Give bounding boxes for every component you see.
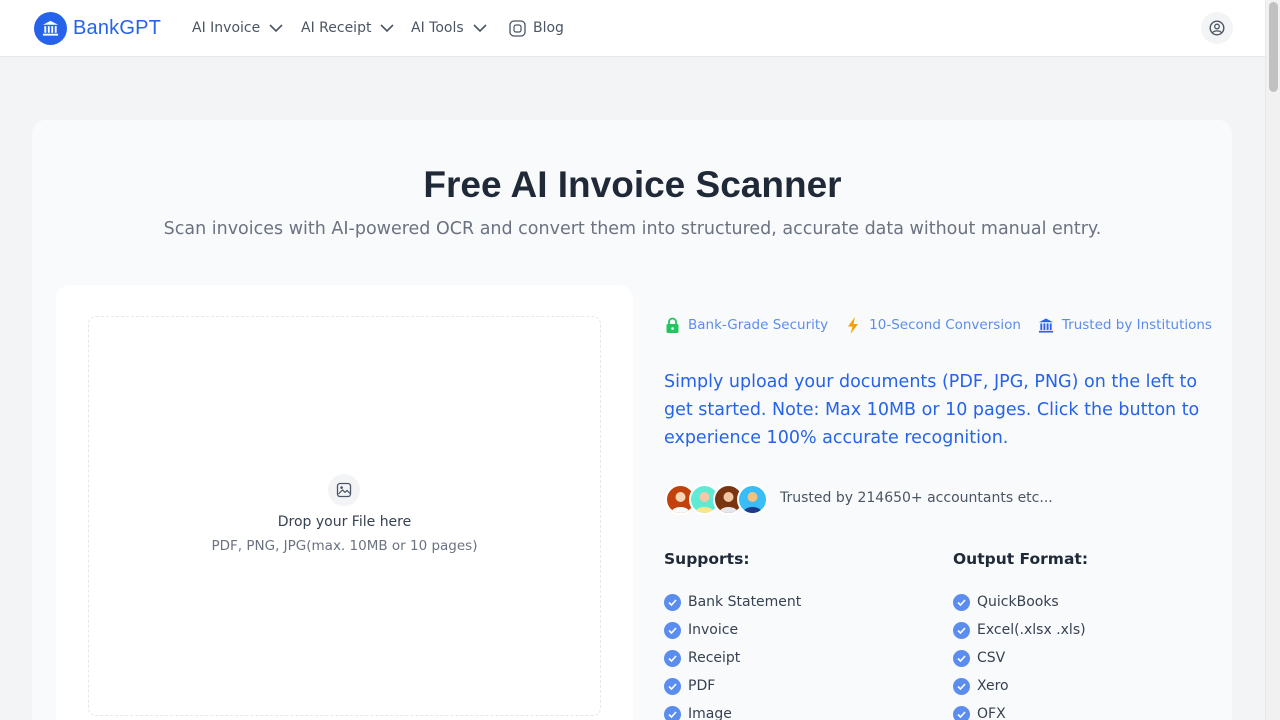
badge-label: Bank-Grade Security (688, 317, 829, 333)
check-circle-icon (664, 593, 681, 611)
list-item: Image (664, 700, 801, 720)
badge-label: Trusted by Institutions (1061, 317, 1212, 333)
check-circle-icon (953, 621, 970, 639)
image-icon (328, 474, 360, 506)
list-item-label: PDF (688, 678, 716, 694)
list-item: Bank Statement (664, 588, 801, 616)
nav-label: AI Tools (411, 20, 464, 36)
chevron-down-icon (380, 23, 395, 33)
brand-name: BankGPT (73, 17, 162, 39)
badge-label: 10-Second Conversion (869, 317, 1021, 333)
list-item-label: Receipt (688, 650, 741, 666)
scrollbar-thumb[interactable] (1269, 2, 1278, 92)
list-item: CSV (953, 644, 1086, 672)
badge-security: Bank-Grade Security (664, 316, 828, 334)
check-circle-icon (953, 705, 970, 720)
nav-blog[interactable]: Blog (509, 0, 564, 56)
upload-instructions: Simply upload your documents (PDF, JPG, … (664, 372, 1200, 448)
list-item-label: QuickBooks (977, 594, 1059, 610)
bank-icon (34, 12, 67, 45)
nav-label: Blog (533, 20, 564, 36)
nav-ai-invoice[interactable]: AI Invoice (192, 0, 283, 56)
check-circle-icon (664, 621, 681, 639)
list-item: Invoice (664, 616, 801, 644)
list-item: QuickBooks (953, 588, 1086, 616)
output-format-heading: Output Format: (953, 550, 1089, 568)
user-account-button[interactable] (1201, 12, 1233, 44)
output-format-list: QuickBooks Excel(.xlsx .xls) CSV Xero OF… (953, 588, 1086, 720)
blog-icon (509, 19, 526, 37)
page-scrollbar[interactable] (1265, 0, 1280, 720)
list-item: PDF (664, 672, 801, 700)
list-item-label: Xero (977, 678, 1009, 694)
check-circle-icon (953, 593, 970, 611)
list-item: Receipt (664, 644, 801, 672)
nav-label: AI Receipt (301, 20, 372, 36)
list-item-label: Excel(.xlsx .xls) (977, 622, 1086, 638)
list-item: OFX (953, 700, 1086, 720)
check-circle-icon (953, 649, 970, 667)
list-item-label: Bank Statement (688, 594, 802, 610)
chevron-down-icon (473, 23, 487, 33)
page-title: Free AI Invoice Scanner (423, 164, 842, 205)
nav-ai-tools[interactable]: AI Tools (411, 0, 487, 56)
check-circle-icon (664, 705, 681, 720)
badge-speed: 10-Second Conversion (845, 316, 1021, 334)
user-circle-icon (1209, 20, 1225, 36)
lightning-icon (845, 316, 861, 334)
list-item: Xero (953, 672, 1086, 700)
list-item: Excel(.xlsx .xls) (953, 616, 1086, 644)
nav-ai-receipt[interactable]: AI Receipt (301, 0, 395, 56)
list-item-label: CSV (977, 650, 1006, 666)
list-item-label: OFX (977, 706, 1006, 720)
supports-heading: Supports: (664, 550, 750, 568)
dropzone-hint: PDF, PNG, JPG(max. 10MB or 10 pages) (211, 538, 478, 554)
chevron-down-icon (269, 23, 283, 33)
supports-list: Bank Statement Invoice Receipt PDF Image (664, 588, 801, 720)
badge-institutions: Trusted by Institutions (1038, 316, 1212, 334)
check-circle-icon (664, 677, 681, 695)
trusted-count: Trusted by 214650+ accountants etc... (780, 490, 1053, 506)
top-navbar: BankGPT AI Invoice AI Receipt AI Tools B… (0, 0, 1265, 57)
lock-icon (664, 316, 680, 334)
page-subtitle: Scan invoices with AI-powered OCR and co… (163, 219, 1102, 239)
check-circle-icon (664, 649, 681, 667)
nav-label: AI Invoice (192, 20, 261, 36)
list-item-label: Invoice (688, 622, 739, 638)
trust-badges: Bank-Grade Security 10-Second Conversion… (664, 316, 1229, 334)
avatar (737, 484, 768, 515)
brand-logo[interactable]: BankGPT (34, 12, 161, 45)
list-item-label: Image (688, 706, 732, 720)
dropzone-title: Drop your File here (277, 514, 412, 530)
check-circle-icon (953, 677, 970, 695)
bank-icon (1038, 316, 1054, 334)
